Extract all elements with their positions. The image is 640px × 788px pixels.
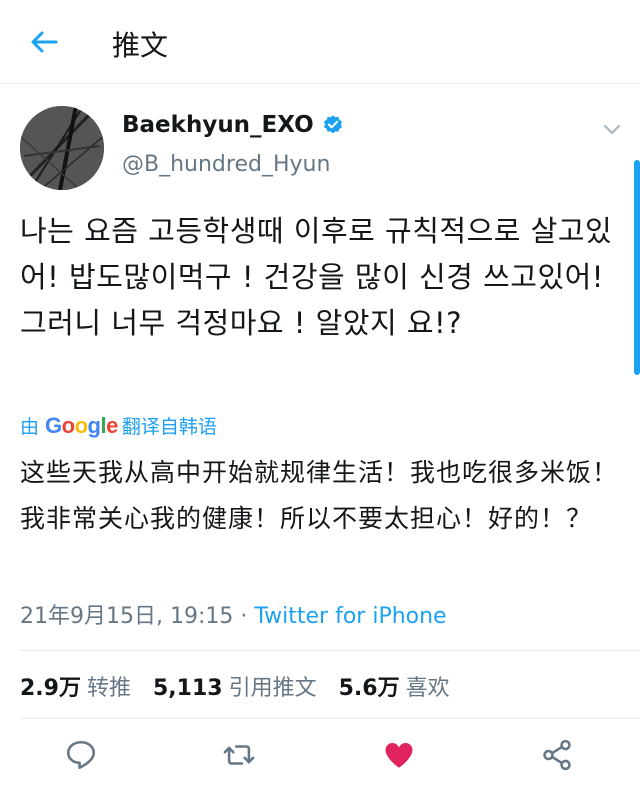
- display-name-text: Baekhyun_EXO: [122, 112, 314, 138]
- tweet-meta: 21年9月15日, 19:15 · Twitter for iPhone: [20, 598, 447, 630]
- page-title: 推文: [112, 29, 169, 62]
- quotes-stat[interactable]: 5,113 引用推文: [153, 670, 317, 702]
- translation-suffix: 翻译自韩语: [121, 416, 217, 438]
- likes-count: 5.6万: [338, 676, 400, 701]
- divider: [20, 718, 640, 719]
- heart-icon[interactable]: [382, 738, 416, 772]
- scrollbar[interactable]: [634, 160, 640, 375]
- verified-badge-icon: [323, 115, 342, 134]
- display-name[interactable]: Baekhyun_EXO: [122, 112, 344, 138]
- back-button[interactable]: [28, 26, 60, 58]
- tweet-text: 나는 요즘 고등학생때 이후로 규칙적으로 살고있어! 밥도많이먹구 ! 건강을…: [20, 214, 613, 340]
- share-icon[interactable]: [540, 738, 574, 772]
- chevron-down-icon[interactable]: [600, 118, 624, 142]
- reply-icon[interactable]: [64, 738, 98, 772]
- tweet-stats: 2.9万 转推 5,113 引用推文 5.6万 喜欢: [20, 670, 450, 702]
- avatar[interactable]: [20, 106, 104, 190]
- translation-attribution[interactable]: 由 Google 翻译自韩语: [20, 412, 217, 439]
- meta-separator: ·: [233, 604, 255, 629]
- retweets-stat[interactable]: 2.9万 转推: [20, 670, 131, 702]
- timestamp: 21年9月15日, 19:15: [20, 604, 234, 629]
- user-handle[interactable]: @B_hundred_Hyun: [122, 152, 330, 177]
- retweets-label: 转推: [86, 676, 131, 701]
- google-logo: Google: [45, 412, 118, 438]
- quotes-label: 引用推文: [228, 676, 317, 701]
- translated-text: 这些天我从高中开始就规律生活！我也吃很多米饭！我非常关心我的健康！所以不要太担心…: [20, 458, 619, 533]
- likes-label: 喜欢: [405, 676, 450, 701]
- top-bar: 推文: [0, 0, 640, 84]
- retweet-icon[interactable]: [222, 738, 256, 772]
- translation-prefix: 由: [20, 416, 40, 438]
- arrow-left-icon: [31, 31, 58, 53]
- retweets-count: 2.9万: [20, 676, 81, 701]
- likes-stat[interactable]: 5.6万 喜欢: [339, 670, 450, 702]
- avatar-image: [20, 106, 104, 190]
- source-link[interactable]: Twitter for iPhone: [254, 604, 446, 629]
- divider: [20, 650, 640, 651]
- quotes-count: 5,113: [153, 676, 223, 701]
- action-bar: [0, 730, 640, 780]
